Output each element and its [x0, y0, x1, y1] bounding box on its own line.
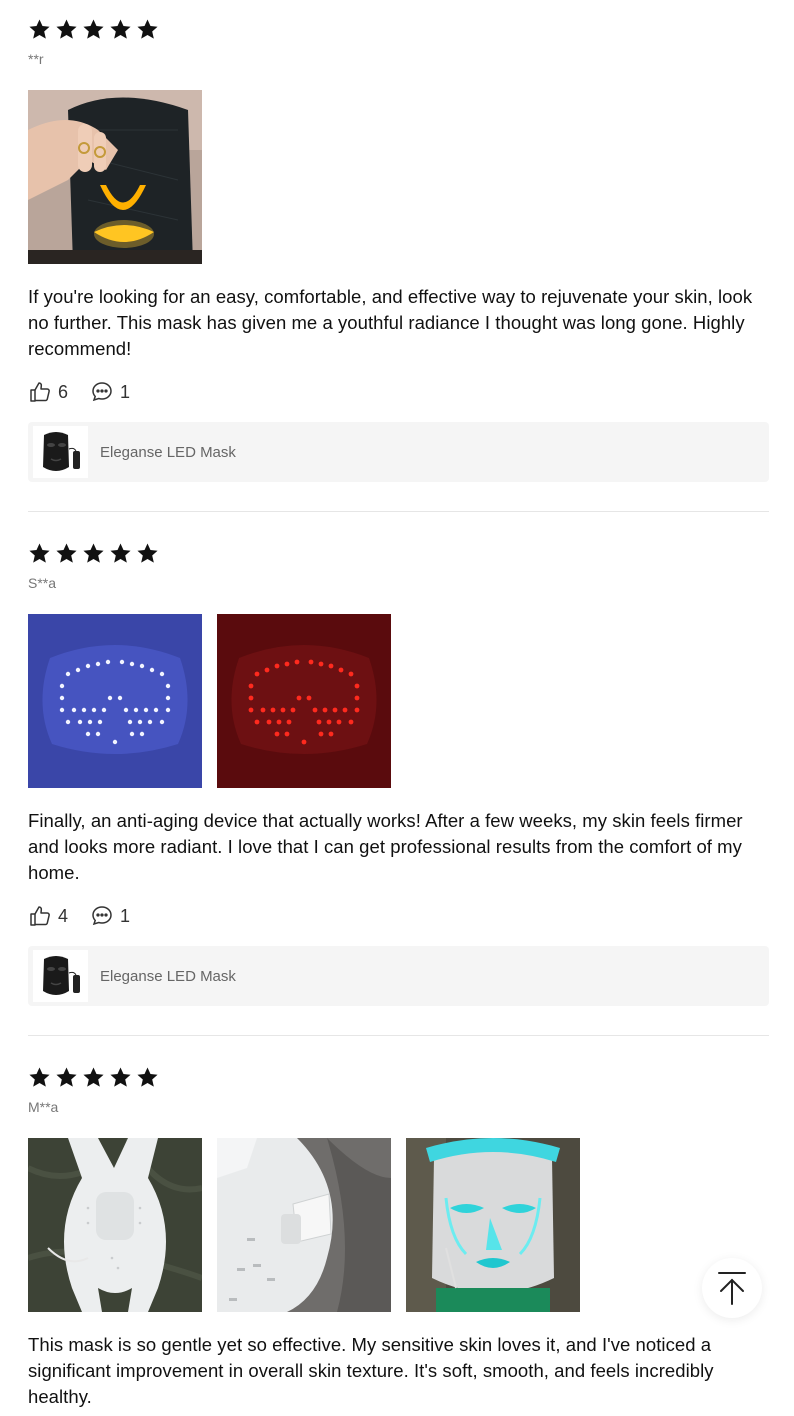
- thumbs-up-icon: [30, 906, 50, 926]
- comment-bubble-icon: [92, 382, 112, 402]
- back-to-top-button[interactable]: [702, 1258, 762, 1318]
- review-photo[interactable]: [28, 90, 202, 264]
- star-icon: [56, 1067, 77, 1087]
- star-icon: [110, 543, 131, 563]
- review-photos: [28, 90, 769, 264]
- like-count: 4: [58, 905, 69, 926]
- product-card[interactable]: Eleganse LED Mask: [28, 422, 769, 482]
- like-count: 6: [58, 381, 69, 402]
- star-rating: [28, 542, 769, 566]
- star-icon: [56, 543, 77, 563]
- reviewer-name: **r: [28, 51, 44, 67]
- review-divider: [28, 1035, 769, 1036]
- product-thumbnail: [33, 426, 88, 478]
- review-photo[interactable]: [217, 614, 391, 788]
- star-icon: [137, 1067, 158, 1087]
- review-card: M**a This mask is so gentle yet so effec…: [28, 1066, 769, 1410]
- star-icon: [110, 19, 131, 39]
- review-photo[interactable]: [406, 1138, 580, 1312]
- star-icon: [29, 1067, 50, 1087]
- review-photo[interactable]: [28, 614, 202, 788]
- comment-button[interactable]: 1: [90, 380, 130, 404]
- star-icon: [137, 19, 158, 39]
- star-rating: [28, 18, 769, 42]
- reviewer-name: S**a: [28, 575, 57, 591]
- like-button[interactable]: 4: [28, 904, 68, 928]
- star-icon: [83, 1067, 104, 1087]
- product-thumbnail: [33, 950, 88, 1002]
- arrow-up-icon: [718, 1272, 746, 1305]
- led-mask-product-image: [42, 432, 80, 471]
- review-photo[interactable]: [28, 1138, 202, 1312]
- star-icon: [29, 543, 50, 563]
- comment-button[interactable]: 1: [90, 904, 130, 928]
- review-card: S**a Finally, an anti-aging device that …: [28, 542, 769, 1006]
- product-name: Eleganse LED Mask: [100, 443, 236, 461]
- product-name: Eleganse LED Mask: [100, 967, 236, 985]
- star-icon: [56, 19, 77, 39]
- star-icon: [29, 19, 50, 39]
- star-icon: [83, 543, 104, 563]
- review-text: If you're looking for an easy, comfortab…: [28, 286, 753, 359]
- review-text: Finally, an anti-aging device that actua…: [28, 810, 743, 883]
- led-mask-product-image: [42, 956, 80, 995]
- star-icon: [137, 543, 158, 563]
- review-text: This mask is so gentle yet so effective.…: [28, 1334, 714, 1407]
- review-divider: [28, 511, 769, 512]
- review-actions: 4 1: [28, 902, 769, 930]
- star-rating: [28, 1066, 769, 1090]
- comment-count: 1: [120, 905, 131, 926]
- thumbs-up-icon: [30, 382, 50, 402]
- review-card: **r If you're looking for an easy, comfo…: [28, 18, 769, 482]
- review-photos: [28, 1138, 769, 1312]
- review-actions: 6 1: [28, 378, 769, 406]
- review-photos: [28, 614, 769, 788]
- review-photo[interactable]: [217, 1138, 391, 1312]
- comment-bubble-icon: [92, 906, 112, 926]
- reviewer-name: M**a: [28, 1099, 59, 1115]
- star-icon: [110, 1067, 131, 1087]
- comment-count: 1: [120, 381, 131, 402]
- product-card[interactable]: Eleganse LED Mask: [28, 946, 769, 1006]
- like-button[interactable]: 6: [28, 380, 68, 404]
- star-icon: [83, 19, 104, 39]
